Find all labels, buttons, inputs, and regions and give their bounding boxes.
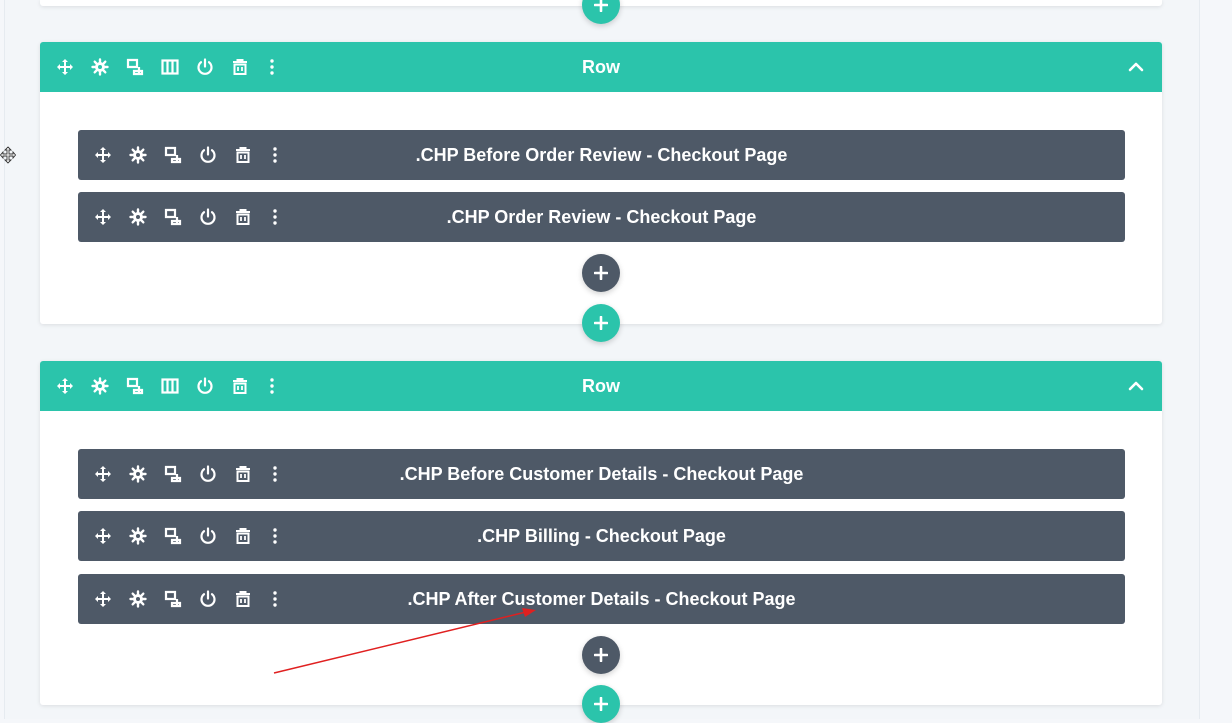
module-title: .CHP After Customer Details - Checkout P… (407, 589, 796, 609)
chevron-up-icon[interactable] (1126, 376, 1146, 396)
row-header[interactable]: Row (40, 42, 1162, 92)
add-module-button[interactable] (582, 636, 620, 674)
add-row-button[interactable] (582, 304, 620, 342)
module-bar[interactable]: .CHP Before Order Review - Checkout Page (78, 130, 1125, 180)
row-card: Row .CHP Before Customer Details - Check… (40, 361, 1162, 705)
module-bar[interactable]: .CHP Order Review - Checkout Page (78, 192, 1125, 242)
add-module-button[interactable] (582, 254, 620, 292)
plus-icon (594, 697, 608, 711)
chevron-up-icon[interactable] (1126, 57, 1146, 77)
row-card: Row .CHP Before Order Review - Checkout … (40, 42, 1162, 324)
row-title: Row (582, 376, 620, 396)
module-bar[interactable]: .CHP Before Customer Details - Checkout … (78, 449, 1125, 499)
plus-icon (594, 648, 608, 662)
row-title: Row (582, 57, 620, 77)
module-title: .CHP Order Review - Checkout Page (446, 207, 757, 227)
module-bar[interactable]: .CHP Billing - Checkout Page (78, 511, 1125, 561)
plus-icon (594, 0, 608, 12)
add-row-button[interactable] (582, 685, 620, 723)
module-title: .CHP Before Order Review - Checkout Page (415, 145, 788, 165)
move-cursor-icon (0, 146, 16, 164)
module-bar[interactable]: .CHP After Customer Details - Checkout P… (78, 574, 1125, 624)
module-title: .CHP Billing - Checkout Page (477, 526, 726, 546)
plus-icon (594, 266, 608, 280)
plus-icon (594, 316, 608, 330)
module-title: .CHP Before Customer Details - Checkout … (399, 464, 804, 484)
row-header[interactable]: Row (40, 361, 1162, 411)
